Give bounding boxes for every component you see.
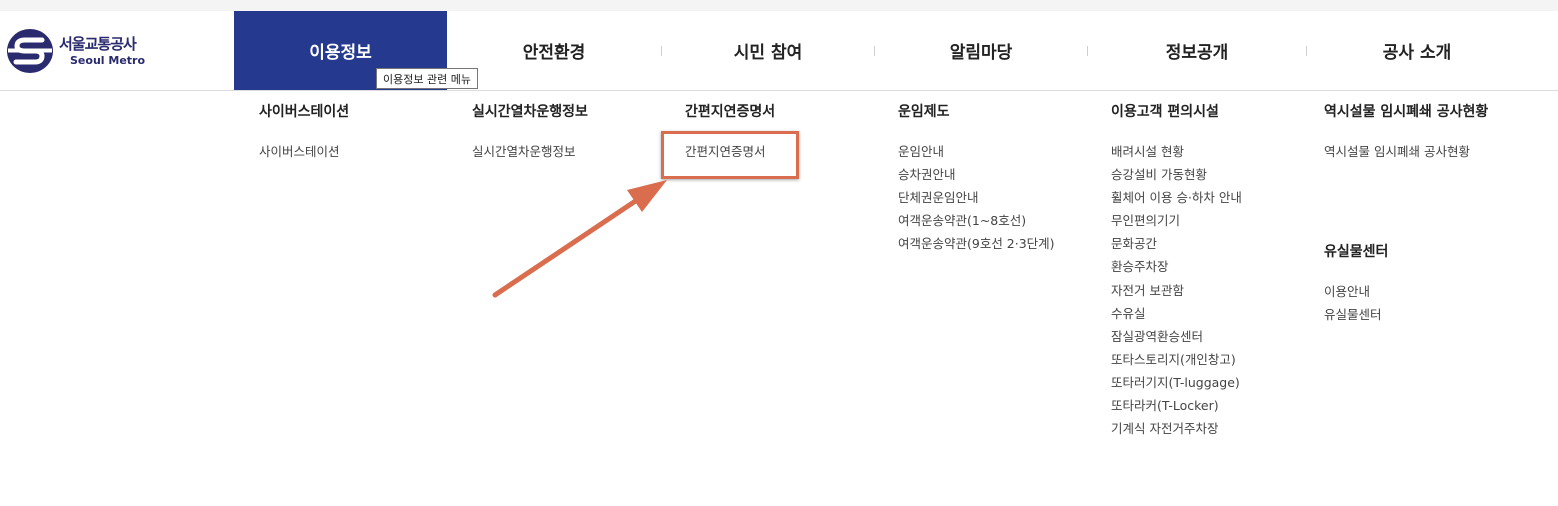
menu-item[interactable]: 또타러기지(T-luggage): [1111, 371, 1242, 394]
menu-item[interactable]: 또타스토리지(개인창고): [1111, 348, 1242, 371]
menu-item[interactable]: 잠실광역환승센터: [1111, 325, 1242, 348]
menu-item[interactable]: 무인편의기기: [1111, 209, 1242, 232]
gnb-tab-information-disclosure[interactable]: 정보공개: [1088, 11, 1306, 90]
tab-tooltip: 이용정보 관련 메뉴: [376, 68, 478, 89]
gnb-tab-safety-environment[interactable]: 안전환경: [448, 11, 660, 90]
menu-item[interactable]: 운임안내: [898, 140, 1055, 163]
menu-column-cyber-station: 사이버스테이션 사이버스테이션: [259, 92, 349, 163]
menu-item[interactable]: 수유실: [1111, 302, 1242, 325]
menu-column-realtime-train: 실시간열차운행정보 실시간열차운행정보: [472, 92, 588, 163]
menu-item[interactable]: 기계식 자전거주차장: [1111, 417, 1242, 440]
gnb-tab-citizen-participation[interactable]: 시민 참여: [662, 11, 874, 90]
seoul-metro-logo-icon: [7, 29, 53, 73]
logo-name-english: Seoul Metro: [70, 53, 146, 67]
header: 서울교통공사 Seoul Metro 이용정보 안전환경 시민 참여 알림마당 …: [0, 11, 1558, 91]
site-logo[interactable]: 서울교통공사 Seoul Metro: [6, 28, 166, 74]
menu-item[interactable]: 자전거 보관함: [1111, 279, 1242, 302]
menu-item[interactable]: 여객운송약관(9호선 2·3단계): [898, 232, 1055, 255]
menu-heading[interactable]: 이용고객 편의시설: [1111, 92, 1242, 132]
menu-item[interactable]: 문화공간: [1111, 232, 1242, 255]
menu-heading[interactable]: 실시간열차운행정보: [472, 92, 588, 132]
gnb-tab-notice[interactable]: 알림마당: [875, 11, 1087, 90]
menu-item[interactable]: 또타라커(T-Locker): [1111, 394, 1242, 417]
menu-item[interactable]: 단체권운임안내: [898, 186, 1055, 209]
menu-heading[interactable]: 사이버스테이션: [259, 92, 349, 132]
menu-item[interactable]: 승강설비 가동현황: [1111, 163, 1242, 186]
menu-item-delay-certificate[interactable]: 간편지연증명서: [685, 140, 775, 163]
gnb-tab-about-company[interactable]: 공사 소개: [1307, 11, 1527, 90]
menu-heading[interactable]: 간편지연증명서: [685, 92, 775, 132]
menu-item[interactable]: 배려시설 현황: [1111, 140, 1242, 163]
menu-column-delay-certificate: 간편지연증명서 간편지연증명서: [685, 92, 775, 163]
top-strip: [0, 0, 1558, 11]
menu-item[interactable]: 사이버스테이션: [259, 140, 349, 163]
menu-heading-lost-and-found[interactable]: 유실물센터: [1324, 232, 1488, 272]
menu-column-station-closure: 역시설물 임시폐쇄 공사현황 역시설물 임시폐쇄 공사현황 유실물센터 이용안내…: [1324, 92, 1488, 326]
menu-heading[interactable]: 운임제도: [898, 92, 1055, 132]
menu-item[interactable]: 실시간열차운행정보: [472, 140, 588, 163]
menu-item[interactable]: 환승주차장: [1111, 255, 1242, 278]
menu-item[interactable]: 유실물센터: [1324, 303, 1488, 326]
menu-item[interactable]: 역시설물 임시폐쇄 공사현황: [1324, 140, 1488, 163]
menu-column-convenience-facilities: 이용고객 편의시설 배려시설 현황 승강설비 가동현황 휠체어 이용 승·하차 …: [1111, 92, 1242, 440]
menu-item[interactable]: 승차권안내: [898, 163, 1055, 186]
menu-column-fare-system: 운임제도 운임안내 승차권안내 단체권운임안내 여객운송약관(1~8호선) 여객…: [898, 92, 1055, 255]
menu-item[interactable]: 이용안내: [1324, 280, 1488, 303]
logo-name-korean: 서울교통공사: [59, 34, 137, 53]
menu-item[interactable]: 휠체어 이용 승·하차 안내: [1111, 186, 1242, 209]
menu-item[interactable]: 여객운송약관(1~8호선): [898, 209, 1055, 232]
menu-heading[interactable]: 역시설물 임시폐쇄 공사현황: [1324, 92, 1488, 132]
